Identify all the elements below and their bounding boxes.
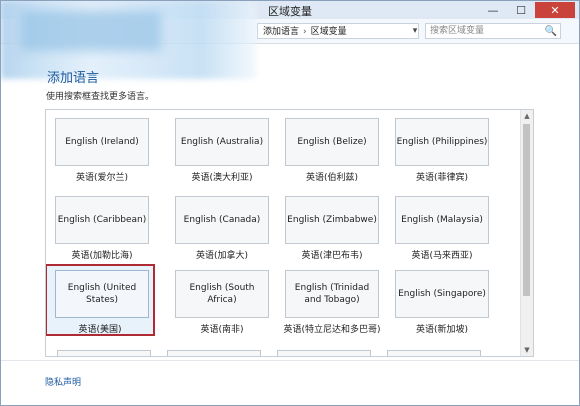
close-button[interactable]: ✕: [535, 2, 575, 18]
language-caption: 英语(津巴布韦): [301, 251, 363, 261]
partial-tile: [277, 350, 371, 356]
language-caption: 英语(南非): [200, 325, 244, 335]
language-tile[interactable]: English (South Africa) 英语(南非): [167, 266, 277, 338]
language-button[interactable]: English (Belize): [285, 118, 379, 166]
partial-tile: [387, 350, 481, 356]
language-tile[interactable]: English (Trinidad and Tobago) 英语(特立尼达和多巴哥…: [277, 266, 387, 338]
minimize-button[interactable]: —: [479, 2, 507, 18]
language-button[interactable]: English (Caribbean): [55, 196, 149, 244]
instruction-text: 使用搜索框查找更多语言。: [46, 92, 155, 102]
language-tile[interactable]: English (Belize) 英语(伯利兹): [277, 114, 387, 186]
breadcrumb-item-region-variant[interactable]: 区域变量: [311, 27, 347, 37]
language-button[interactable]: English (Singapore): [395, 270, 489, 318]
chevron-right-icon: ›: [303, 27, 307, 37]
language-tile[interactable]: English (Philippines) 英语(菲律宾): [387, 114, 497, 186]
language-tile[interactable]: English (Malaysia) 英语(马来西亚): [387, 192, 497, 264]
language-caption: 英语(加勒比海): [71, 251, 133, 261]
language-tile[interactable]: English (Canada) 英语(加拿大): [167, 192, 277, 264]
page-title: 添加语言: [47, 71, 100, 86]
language-caption: 英语(特立尼达和多巴哥): [283, 325, 381, 335]
language-caption: 英语(新加坡): [415, 325, 469, 335]
language-caption: 英语(马来西亚): [411, 251, 473, 261]
breadcrumb[interactable]: 添加语言 › 区域变量: [257, 23, 419, 39]
language-button[interactable]: English (Australia): [175, 118, 269, 166]
search-icon[interactable]: 🔍: [545, 25, 557, 39]
language-button[interactable]: English (Philippines): [395, 118, 489, 166]
language-tile[interactable]: English (Zimbabwe) 英语(津巴布韦): [277, 192, 387, 264]
footer: 隐私声明: [1, 360, 579, 405]
language-button[interactable]: English (Malaysia): [395, 196, 489, 244]
scroll-thumb[interactable]: [523, 124, 530, 296]
language-list[interactable]: English (Ireland) 英语(爱尔兰) English (Austral…: [45, 109, 534, 357]
maximize-button[interactable]: ☐: [507, 2, 535, 18]
language-caption: 英语(伯利兹): [305, 173, 359, 183]
partial-tile: [57, 350, 151, 356]
language-caption: 英语(澳大利亚): [191, 173, 253, 183]
language-tile[interactable]: English (Australia) 英语(澳大利亚): [167, 114, 277, 186]
language-tile[interactable]: English (United States) 英语(美国): [46, 264, 155, 336]
vertical-scrollbar[interactable]: ▲ ▼: [520, 110, 533, 356]
chevron-down-icon[interactable]: ▾: [407, 23, 423, 39]
language-caption: 英语(菲律宾): [415, 173, 469, 183]
search-placeholder: 搜索区域变量: [430, 26, 485, 36]
window-controls: — ☐ ✕: [479, 2, 575, 18]
language-button[interactable]: English (Ireland): [55, 118, 149, 166]
language-caption: 英语(美国): [78, 325, 122, 335]
breadcrumb-item-add-language[interactable]: 添加语言: [263, 27, 299, 37]
partial-tile: [167, 350, 261, 356]
blurred-region-inner: [21, 11, 161, 51]
privacy-statement-link[interactable]: 隐私声明: [45, 375, 81, 388]
language-button[interactable]: English (Zimbabwe): [285, 196, 379, 244]
language-tile[interactable]: English (Caribbean) 英语(加勒比海): [47, 192, 157, 264]
window: 区域变量 — ☐ ✕ 添加语言›区域变量 ▾ ◀ 搜索区域变量 🔍 添加语言 使…: [0, 0, 580, 406]
language-tile[interactable]: English (Ireland) 英语(爱尔兰): [47, 114, 157, 186]
scroll-up-icon[interactable]: ▲: [521, 110, 533, 122]
language-button[interactable]: English (South Africa): [175, 270, 269, 318]
language-button[interactable]: English (Canada): [175, 196, 269, 244]
language-tile[interactable]: English (Singapore) 英语(新加坡): [387, 266, 497, 338]
search-input[interactable]: 搜索区域变量 🔍: [425, 23, 561, 39]
language-button[interactable]: English (Trinidad and Tobago): [285, 270, 379, 318]
language-caption: 英语(加拿大): [195, 251, 249, 261]
scroll-down-icon[interactable]: ▼: [521, 344, 533, 356]
language-caption: 英语(爱尔兰): [75, 173, 129, 183]
language-button[interactable]: English (United States): [55, 270, 149, 318]
